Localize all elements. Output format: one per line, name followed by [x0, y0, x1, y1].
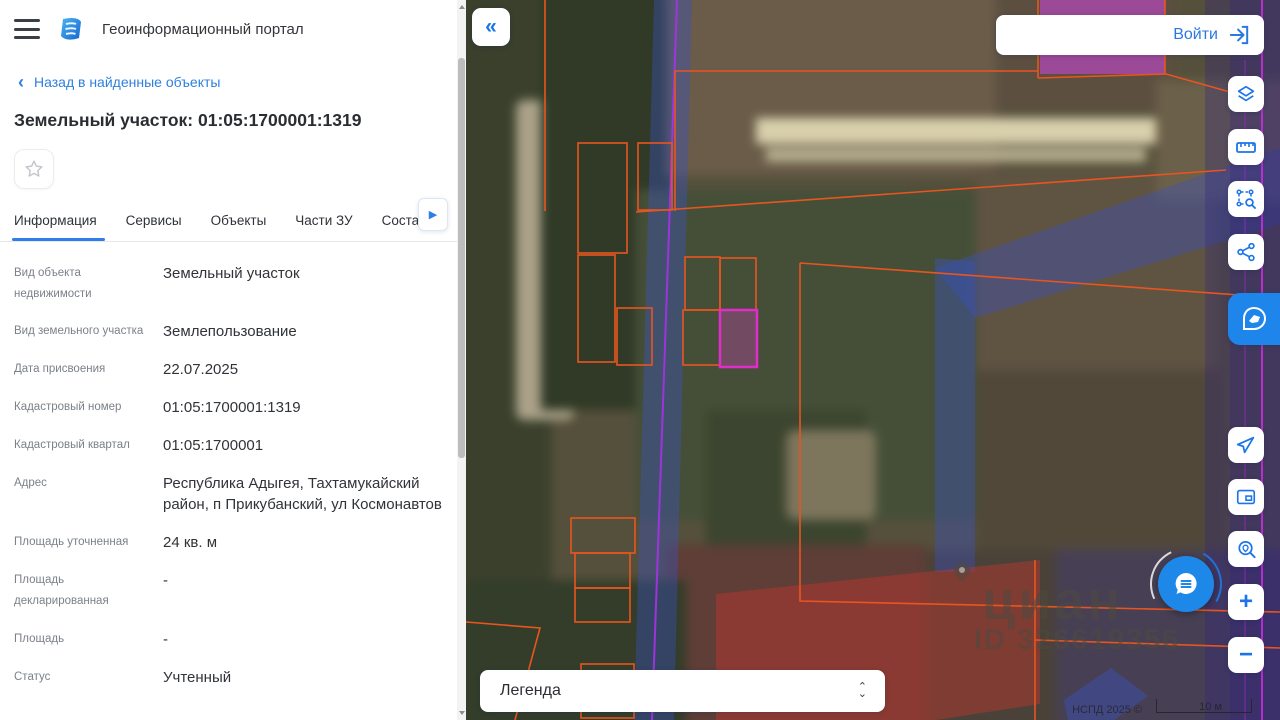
- field-label: Вид земельного участка: [14, 325, 144, 338]
- field-label: Кадастровый квартал: [14, 439, 130, 452]
- tab-information[interactable]: Информация: [12, 203, 105, 241]
- field-label: Вид объекта недвижимости: [14, 267, 92, 300]
- measure-button[interactable]: [1228, 129, 1264, 165]
- ruler-icon: [1236, 142, 1256, 153]
- sidebar-panel: Геоинформационный портал ‹ Назад в найде…: [0, 0, 457, 720]
- chevron-left-icon: ‹: [18, 72, 24, 92]
- scroll-up-arrow-icon[interactable]: [457, 2, 466, 12]
- chat-button[interactable]: [1139, 537, 1233, 631]
- field-value: Землепользование: [163, 323, 297, 341]
- attributes-list: Вид объекта недвижимости Земельный участ…: [0, 242, 457, 688]
- app-title: Геоинформационный портал: [102, 20, 304, 38]
- scroll-down-arrow-icon[interactable]: [457, 708, 466, 718]
- field-value: Учтенный: [163, 668, 232, 686]
- map-attribution: НСПД 2025 ©: [1072, 704, 1142, 716]
- scale-label: 10 м: [1199, 701, 1222, 713]
- zoom-in-button[interactable]: +: [1228, 584, 1264, 620]
- triangle-right-icon: ▶: [428, 209, 438, 221]
- share-button[interactable]: [1228, 234, 1264, 270]
- share-icon: [1237, 242, 1255, 262]
- field-value: Земельный участок: [163, 265, 300, 282]
- map-canvas[interactable]: « Войти + − циан ID 326619356 Легенда ⌃ …: [466, 0, 1280, 720]
- tab-parcel-parts[interactable]: Части ЗУ: [295, 203, 352, 241]
- tab-services[interactable]: Сервисы: [126, 203, 182, 241]
- favorite-button[interactable]: [14, 149, 54, 189]
- mini-map-button[interactable]: [1228, 479, 1264, 515]
- search-location-button[interactable]: [1228, 531, 1264, 567]
- area-search-icon: [1236, 189, 1256, 209]
- locate-me-button[interactable]: [1228, 427, 1264, 463]
- star-icon: [25, 160, 43, 177]
- login-button[interactable]: Войти: [996, 15, 1264, 55]
- chevron-updown-icon: ⌃ ⌄: [857, 681, 867, 700]
- navigation-arrow-icon: [1236, 436, 1255, 454]
- field-value: 01:05:1700001:1319: [163, 399, 301, 417]
- tabs-scroll-right-button[interactable]: ▶: [418, 198, 448, 231]
- field-value: -: [163, 630, 168, 648]
- parcel-tool-icon: [1243, 306, 1267, 330]
- tab-bar: Информация Сервисы Объекты Части ЗУ Сост…: [0, 203, 457, 242]
- login-label: Войти: [1173, 26, 1218, 43]
- login-icon: [1229, 25, 1249, 45]
- field-label: Площадь: [14, 632, 65, 645]
- layers-icon: [1237, 85, 1255, 102]
- field-value: Республика Адыгея, Тахтамукайский район,…: [163, 475, 442, 514]
- picture-in-picture-icon: [1236, 489, 1256, 505]
- search-by-area-button[interactable]: [1228, 181, 1264, 217]
- sidebar-scrollbar[interactable]: [457, 0, 466, 720]
- zoom-out-button[interactable]: −: [1228, 637, 1264, 673]
- collapse-sidebar-button[interactable]: «: [472, 8, 510, 46]
- field-value: 01:05:1700001: [163, 437, 264, 455]
- cadastral-layer: [466, 0, 1280, 720]
- field-label: Площадь уточненная: [14, 536, 129, 549]
- double-chevron-left-icon: «: [485, 15, 497, 38]
- field-label: Статус: [14, 670, 51, 683]
- minus-icon: −: [1238, 641, 1253, 668]
- selected-parcel[interactable]: [718, 308, 759, 369]
- field-label: Кадастровый номер: [14, 401, 122, 414]
- portal-logo-icon: [61, 18, 81, 40]
- field-value: 24 кв. м: [163, 534, 218, 552]
- back-link-label: Назад в найденные объекты: [34, 74, 221, 90]
- field-value: -: [163, 572, 168, 590]
- location-search-icon: [1237, 540, 1256, 558]
- field-label: Дата присвоения: [14, 363, 106, 376]
- geoportal-window: Геоинформационный портал ‹ Назад в найде…: [0, 0, 1280, 720]
- scrollbar-thumb[interactable]: [458, 58, 465, 458]
- field-label: Адрес: [14, 477, 47, 490]
- layers-button[interactable]: [1228, 76, 1264, 112]
- menu-icon[interactable]: [14, 19, 40, 39]
- plus-icon: +: [1238, 588, 1253, 615]
- field-value: 22.07.2025: [163, 361, 239, 379]
- legend-toggle[interactable]: Легенда ⌃ ⌄: [480, 670, 885, 712]
- page-title: Земельный участок: 01:05:1700001:1319: [14, 110, 362, 130]
- sidebar-header: Геоинформационный портал: [0, 0, 457, 52]
- tab-objects[interactable]: Объекты: [211, 203, 267, 241]
- back-link[interactable]: ‹ Назад в найденные объекты: [0, 52, 457, 92]
- legend-label: Легенда: [500, 682, 561, 699]
- field-label: Площадь декларированная: [14, 574, 109, 608]
- active-map-tool-button[interactable]: [1228, 293, 1280, 345]
- tab-composition[interactable]: Соста: [382, 203, 420, 241]
